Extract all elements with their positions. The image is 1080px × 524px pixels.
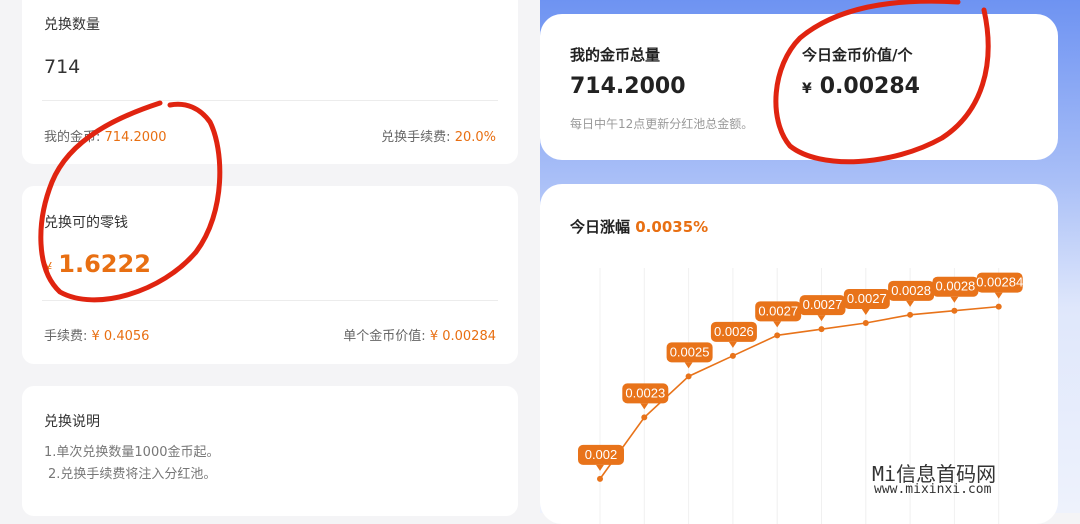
data-label: 0.0026 bbox=[714, 324, 754, 339]
data-point bbox=[729, 352, 736, 359]
exchangeable-cash-card: 兑换可的零钱 ¥1.6222 手续费: ¥ 0.4056 单个金币价值: ¥ 0… bbox=[22, 186, 518, 364]
data-label-pointer bbox=[950, 296, 959, 303]
data-label: 0.0028 bbox=[936, 279, 976, 294]
fee-rate-label: 兑换手续费: bbox=[381, 130, 451, 145]
data-point bbox=[907, 311, 914, 318]
data-label-pointer bbox=[906, 300, 915, 307]
exchange-quantity-card: 兑换数量 714 我的金币: 714.2000 兑换手续费: 20.0% bbox=[22, 0, 518, 164]
exchangeable-cash-amount: ¥1.6222 bbox=[44, 250, 151, 278]
exchange-quantity-input[interactable]: 714 bbox=[44, 56, 80, 78]
instructions-title: 兑换说明 bbox=[44, 414, 100, 430]
data-point bbox=[641, 414, 648, 421]
data-label-pointer bbox=[817, 315, 826, 322]
data-point bbox=[685, 373, 692, 380]
total-coins-label: 我的金币总量 bbox=[570, 46, 661, 64]
data-point bbox=[774, 332, 781, 339]
data-label: 0.0027 bbox=[803, 297, 843, 312]
fee-label: 手续费: bbox=[44, 329, 88, 344]
exchange-quantity-label: 兑换数量 bbox=[44, 17, 100, 33]
data-label: 0.002 bbox=[585, 447, 618, 462]
data-label: 0.0027 bbox=[847, 291, 887, 306]
data-label-pointer bbox=[596, 464, 604, 471]
fee-value: ¥ 0.4056 bbox=[91, 329, 150, 344]
my-coins-value: 714.2000 bbox=[104, 130, 167, 145]
today-value-label: 今日金币价值/个 bbox=[802, 46, 913, 64]
data-label: 0.0023 bbox=[625, 385, 665, 400]
exchangeable-cash-label: 兑换可的零钱 bbox=[44, 215, 128, 231]
unit-value-label: 单个金币价值: bbox=[343, 329, 426, 344]
data-label-pointer bbox=[640, 403, 649, 410]
currency-symbol: ¥ bbox=[44, 261, 53, 276]
data-point bbox=[862, 320, 869, 327]
data-label: 0.00284 bbox=[976, 275, 1023, 290]
data-label: 0.0028 bbox=[891, 283, 931, 298]
data-point bbox=[597, 475, 603, 482]
exchangeable-cash-value: 1.6222 bbox=[58, 250, 151, 278]
fee-row: 手续费: ¥ 0.4056 bbox=[44, 325, 149, 344]
update-note: 每日中午12点更新分红池总金额。 bbox=[570, 117, 754, 131]
data-label-pointer bbox=[861, 309, 870, 316]
fee-rate-value: 20.0% bbox=[454, 130, 496, 145]
instructions-card: 兑换说明 1.单次兑换数量1000金币起。 2.兑换手续费将注入分红池。 bbox=[22, 386, 518, 516]
today-value-amount: ¥0.00284 bbox=[802, 74, 920, 99]
unit-value-row: 单个金币价值: ¥ 0.00284 bbox=[343, 325, 496, 344]
data-label-pointer bbox=[728, 341, 737, 348]
divider bbox=[42, 300, 498, 301]
data-point bbox=[995, 303, 1002, 310]
data-point bbox=[951, 307, 958, 314]
watermark-url: www.mixinxi.com bbox=[874, 482, 992, 497]
data-point bbox=[818, 326, 825, 333]
today-value-value: 0.00284 bbox=[819, 74, 920, 99]
data-label-pointer bbox=[773, 321, 782, 328]
unit-value-value: ¥ 0.00284 bbox=[429, 329, 496, 344]
data-label-pointer bbox=[994, 292, 1003, 299]
right-panel: 我的金币总量 714.2000 今日金币价值/个 ¥0.00284 每日中午12… bbox=[540, 0, 1080, 524]
instructions-line: 1.单次兑换数量1000金币起。 bbox=[44, 445, 220, 460]
instructions-line: 2.兑换手续费将注入分红池。 bbox=[48, 467, 217, 482]
my-coins-row: 我的金币: 714.2000 bbox=[44, 126, 167, 145]
left-panel: 兑换数量 714 我的金币: 714.2000 兑换手续费: 20.0% 兑换可… bbox=[0, 0, 540, 516]
currency-symbol: ¥ bbox=[802, 81, 812, 97]
divider bbox=[42, 100, 498, 101]
my-coins-label: 我的金币: bbox=[44, 130, 101, 145]
data-label: 0.0025 bbox=[670, 344, 710, 359]
fee-rate-row: 兑换手续费: 20.0% bbox=[381, 126, 496, 145]
coin-summary-card: 我的金币总量 714.2000 今日金币价值/个 ¥0.00284 每日中午12… bbox=[540, 14, 1058, 160]
total-coins-value: 714.2000 bbox=[570, 74, 686, 99]
data-label: 0.0027 bbox=[758, 303, 798, 318]
data-label-pointer bbox=[684, 362, 693, 369]
